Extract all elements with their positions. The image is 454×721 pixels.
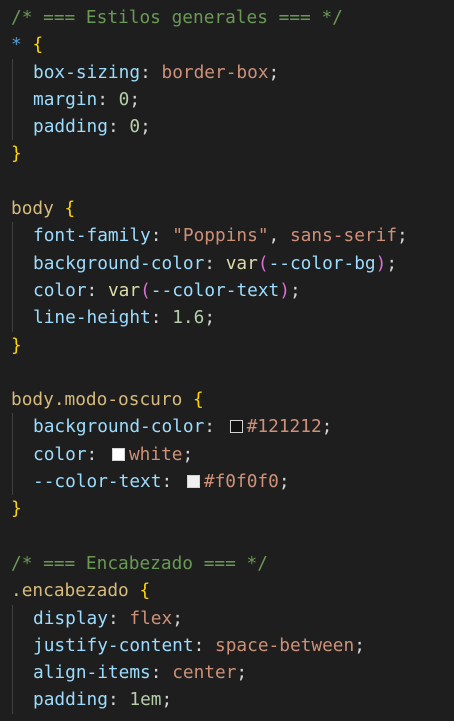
css-property: justify-content <box>33 634 194 656</box>
css-property: color <box>33 443 87 465</box>
code-line[interactable]: color: var(--color-text); <box>0 276 454 305</box>
css-value: 1.6 <box>172 307 205 329</box>
code-line[interactable]: * { <box>0 31 454 58</box>
css-value: 1em <box>129 689 162 711</box>
code-line[interactable]: justify-content: space-between; <box>0 631 454 660</box>
css-function: var <box>107 279 141 301</box>
code-line[interactable]: /* === Estilos generales === */ <box>0 4 454 31</box>
close-brace: } <box>11 498 22 520</box>
code-line[interactable]: body { <box>0 195 454 222</box>
indent-guide <box>12 249 13 277</box>
code-line[interactable] <box>0 168 454 195</box>
css-property: line-height <box>33 307 151 329</box>
css-value: border-box <box>161 61 269 83</box>
color-swatch-icon[interactable] <box>186 475 200 489</box>
css-property: padding <box>33 689 108 711</box>
color-swatch-icon[interactable] <box>111 447 125 461</box>
css-string-value: "Poppins" <box>172 225 269 247</box>
indent-guide <box>12 222 13 250</box>
css-selector: .encabezado <box>11 580 129 602</box>
indent-guide <box>12 276 13 305</box>
css-variable: --color-text <box>150 279 280 301</box>
css-selector: body.modo-oscuro <box>11 389 183 411</box>
code-line[interactable]: } <box>0 332 454 359</box>
code-line[interactable]: color: white; <box>0 440 454 469</box>
code-line[interactable]: line-height: 1.6; <box>0 304 454 332</box>
color-swatch-icon[interactable] <box>229 420 243 434</box>
code-line[interactable]: padding: 0; <box>0 113 454 141</box>
comment-text: /* === Encabezado === */ <box>11 552 268 574</box>
css-selector: body <box>11 198 54 220</box>
indent-guide <box>12 468 13 496</box>
open-brace: { <box>139 580 151 602</box>
close-brace: } <box>11 334 22 356</box>
css-value: center <box>172 662 237 684</box>
css-value: #121212 <box>246 416 322 438</box>
css-property: box-sizing <box>33 61 141 83</box>
code-editor[interactable]: /* === Estilos generales === */ * { box-… <box>0 0 454 721</box>
css-property: font-family <box>33 225 151 247</box>
indent-guide <box>12 113 13 141</box>
css-value: sans-serif <box>289 225 398 247</box>
css-variable: --color-bg <box>268 252 376 274</box>
code-line[interactable]: box-sizing: border-box; <box>0 58 454 86</box>
code-line[interactable] <box>0 359 454 386</box>
code-line[interactable] <box>0 523 454 550</box>
code-line[interactable]: display: flex; <box>0 604 454 632</box>
indent-guide <box>12 413 13 441</box>
css-property: margin <box>33 88 98 110</box>
code-line[interactable]: .encabezado { <box>0 577 454 604</box>
css-property: --color-text <box>33 471 162 493</box>
indent-guide <box>12 659 13 687</box>
close-brace: } <box>11 143 22 165</box>
code-line[interactable]: margin: 0; <box>0 85 454 114</box>
open-brace: { <box>193 389 204 411</box>
css-property: color <box>33 279 87 301</box>
indent-guide <box>12 85 13 114</box>
css-selector: * <box>11 34 22 56</box>
indent-guide <box>12 58 13 86</box>
open-brace: { <box>64 198 76 220</box>
code-line[interactable]: padding: 1em; <box>0 686 454 714</box>
css-property: background-color <box>33 252 205 274</box>
comment-text: /* === Estilos generales === */ <box>11 7 343 28</box>
css-value: space-between <box>215 634 355 656</box>
indent-guide <box>12 604 13 632</box>
indent-guide <box>12 631 13 660</box>
code-line[interactable]: body.modo-oscuro { <box>0 386 454 413</box>
css-property: display <box>33 607 108 629</box>
css-value: 0 <box>129 116 141 138</box>
code-line[interactable]: font-family: "Poppins", sans-serif; <box>0 222 454 250</box>
css-value: white <box>128 443 183 465</box>
css-property: padding <box>33 116 108 138</box>
css-value: 0 <box>118 88 130 110</box>
indent-guide <box>12 304 13 332</box>
code-line[interactable]: background-color: #121212; <box>0 413 454 441</box>
indent-guide <box>12 440 13 469</box>
code-line[interactable]: } <box>0 495 454 522</box>
code-line[interactable]: --color-text: #f0f0f0; <box>0 468 454 496</box>
code-line[interactable]: /* === Encabezado === */ <box>0 550 454 577</box>
open-brace: { <box>32 34 44 56</box>
code-line[interactable]: } <box>0 140 454 167</box>
css-value: #f0f0f0 <box>203 471 279 493</box>
css-function: var <box>225 252 258 274</box>
css-value: flex <box>129 607 173 629</box>
indent-guide <box>12 686 13 714</box>
css-property: background-color <box>33 416 205 438</box>
code-line[interactable]: align-items: center; <box>0 659 454 687</box>
code-line[interactable]: background-color: var(--color-bg); <box>0 249 454 277</box>
css-property: align-items <box>33 662 151 684</box>
